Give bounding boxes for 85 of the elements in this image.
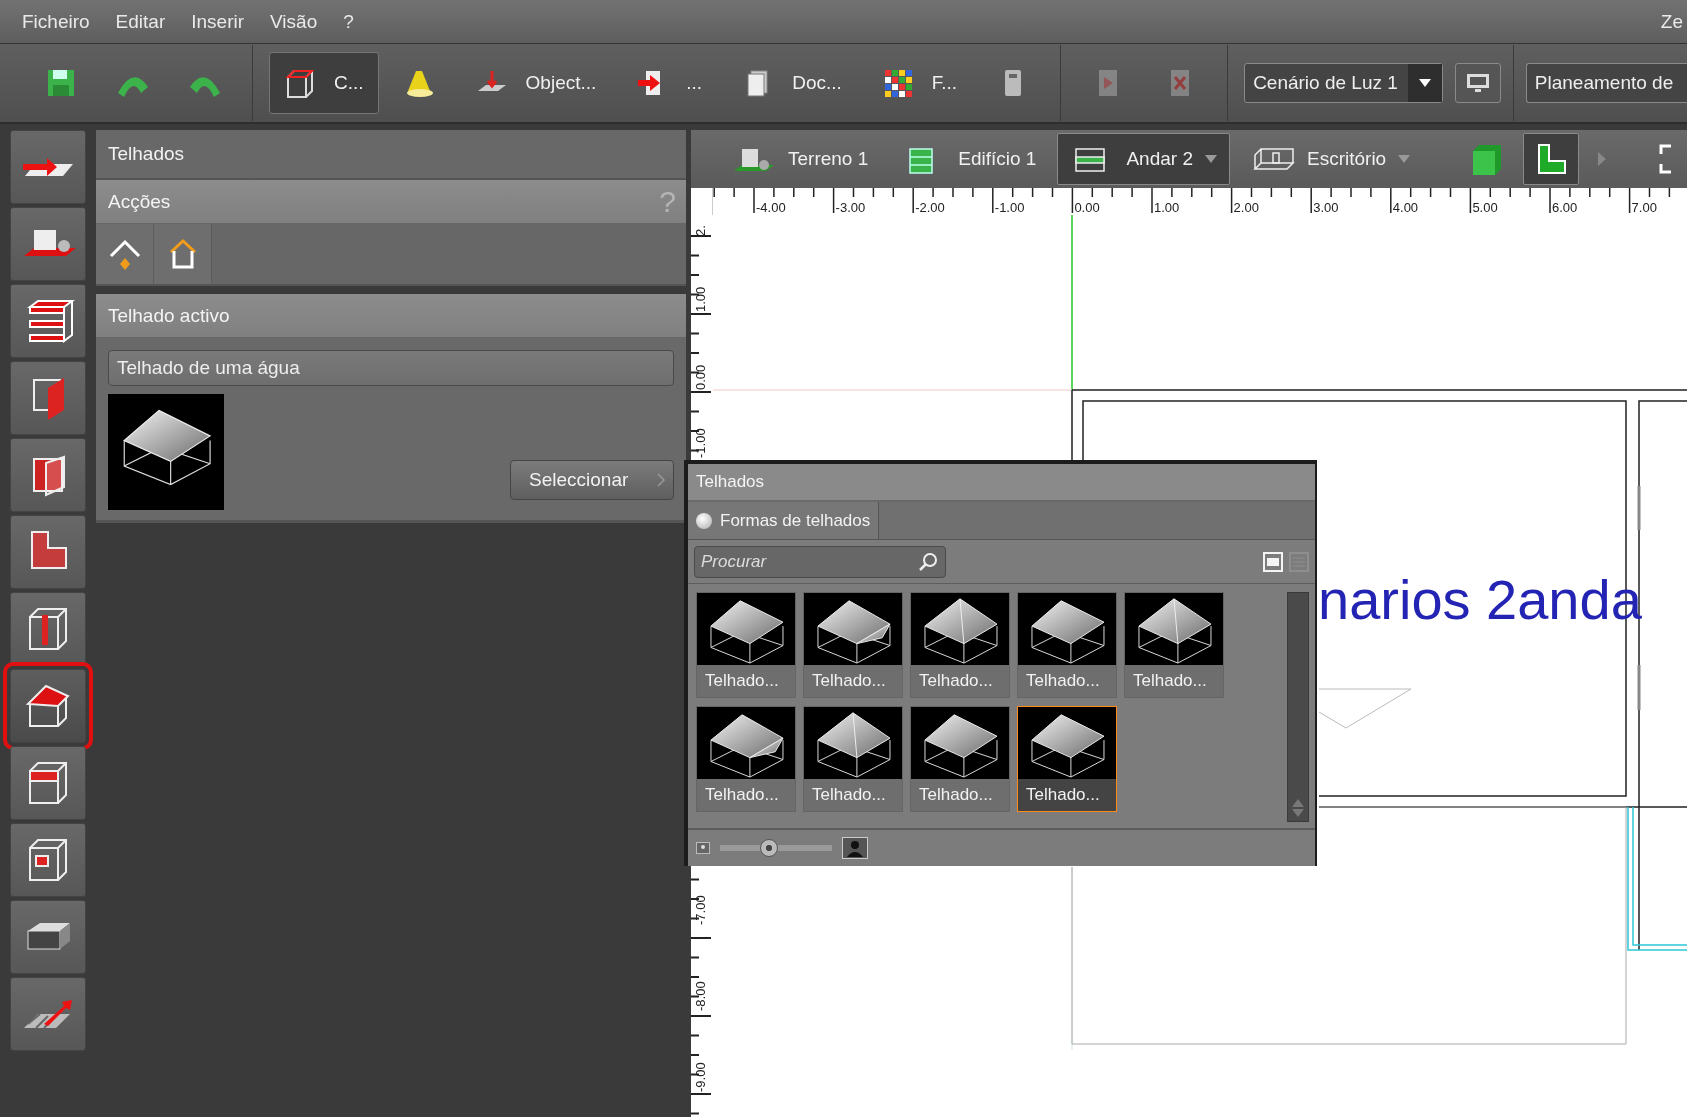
roof-item[interactable]: Telhado... [803, 706, 903, 812]
ruler-label: 4.00 [1392, 200, 1419, 215]
view-button[interactable] [1523, 133, 1580, 185]
floppy-icon [45, 67, 77, 99]
down-icon [1292, 809, 1304, 817]
view-mode-dropdown[interactable]: Planeamento de [1525, 63, 1687, 103]
roof-item[interactable]: Telhado... [696, 592, 796, 698]
sidebar-button[interactable] [10, 746, 86, 820]
menu-item[interactable]: Visão [270, 10, 318, 33]
scrollbar[interactable] [1287, 592, 1309, 822]
hatched-arrow-icon [23, 999, 73, 1029]
grid-view-button[interactable] [1263, 551, 1283, 572]
sidebar-button[interactable] [10, 361, 86, 435]
ruler-label: -4.00 [756, 200, 786, 215]
menu-item[interactable]: ? [343, 10, 354, 33]
ruler-label: 2. [694, 225, 708, 236]
ruler-label: 7.00 [1631, 200, 1657, 215]
roof-item[interactable]: Telhado... [1017, 592, 1117, 698]
display-button[interactable] [1454, 63, 1501, 103]
ruler-label: -7.00 [694, 895, 708, 925]
roof-item[interactable]: Telhado... [910, 592, 1010, 698]
bullet-icon [696, 512, 712, 529]
tool-button[interactable]: F... [866, 52, 973, 114]
person-icon [842, 837, 868, 859]
menu-item[interactable]: Editar [115, 10, 166, 33]
view-tab[interactable]: Edifício 1 [889, 133, 1050, 185]
caret-icon [657, 473, 665, 487]
caret-icon [1205, 155, 1217, 163]
view-tab[interactable]: Terreno 1 [719, 133, 882, 185]
section-title: Acções [108, 190, 171, 213]
menu-item[interactable]: Ze [1660, 10, 1683, 33]
roof-item[interactable]: Telhado... [803, 592, 903, 698]
sidebar-button[interactable] [10, 823, 86, 897]
ruler-label: 3.00 [1313, 200, 1339, 215]
sidebar-button[interactable] [10, 130, 86, 204]
sidebar-button[interactable] [10, 977, 86, 1051]
tool-button[interactable]: Object... [460, 52, 612, 114]
sidebar-button[interactable] [10, 207, 86, 281]
cube-icon [284, 67, 316, 99]
ruler-label: 0.00 [694, 364, 708, 390]
search-field[interactable]: Procurar [694, 545, 946, 578]
roof-item[interactable]: Telhado... [1017, 706, 1117, 812]
menu-item[interactable]: Inserir [191, 10, 244, 33]
roof-item[interactable]: Telhado... [910, 706, 1010, 812]
sidebar-button[interactable] [10, 438, 86, 512]
action-button[interactable] [96, 224, 154, 284]
caret-icon [1398, 155, 1411, 163]
ruler-label: 5.00 [1472, 200, 1498, 215]
tool-button[interactable]: ... [621, 52, 718, 114]
ruler-label: 1.00 [694, 286, 708, 312]
tool-button[interactable]: C... [269, 52, 379, 114]
sidebar-button[interactable] [10, 515, 86, 589]
monitor-icon [1465, 73, 1490, 93]
up-icon [1292, 799, 1304, 807]
ruler-label: 1.00 [1154, 200, 1180, 215]
tile-icon [1267, 557, 1279, 566]
action-button[interactable] [154, 224, 212, 284]
sidebar-button[interactable] [10, 284, 86, 358]
ruler-label: 0.00 [1074, 200, 1100, 215]
ruler-label: -3.00 [835, 200, 866, 215]
catalog-tab[interactable]: Formas de telhados [688, 502, 880, 539]
roof-name-field[interactable]: Telhado de uma água [108, 350, 674, 386]
roof-item[interactable]: Telhado... [696, 706, 796, 812]
view-tab[interactable]: Escritório [1238, 133, 1424, 185]
sidebar-button[interactable] [10, 900, 86, 974]
ruler-label: -2.00 [915, 200, 945, 215]
select-button[interactable]: Seleccionar [510, 460, 674, 500]
panel-title: Telhados [96, 130, 686, 180]
tool-button[interactable]: Doc... [727, 52, 857, 114]
roof-item[interactable]: Telhado... [1124, 592, 1224, 698]
expand-icon[interactable] [1659, 144, 1674, 174]
light-scene-dropdown[interactable]: Cenário de Luz 1 [1244, 63, 1443, 103]
ruler-label: -9.00 [694, 1062, 708, 1092]
section-title: Telhado activo [108, 304, 230, 327]
ruler-label: 6.00 [1552, 200, 1578, 215]
slider-thumb[interactable] [760, 839, 779, 857]
small-person-icon [696, 842, 710, 854]
ruler-label: -8.00 [694, 981, 708, 1011]
menu-item[interactable]: Ficheiro [22, 10, 90, 33]
ruler-label: 2.00 [1233, 200, 1259, 215]
plane-arrow-icon [22, 157, 74, 177]
panel-title: Telhados [688, 464, 1315, 502]
view-tab[interactable]: Andar 2 [1057, 133, 1230, 185]
caret-icon [1418, 79, 1431, 87]
ruler-label: -1.00 [994, 200, 1025, 215]
